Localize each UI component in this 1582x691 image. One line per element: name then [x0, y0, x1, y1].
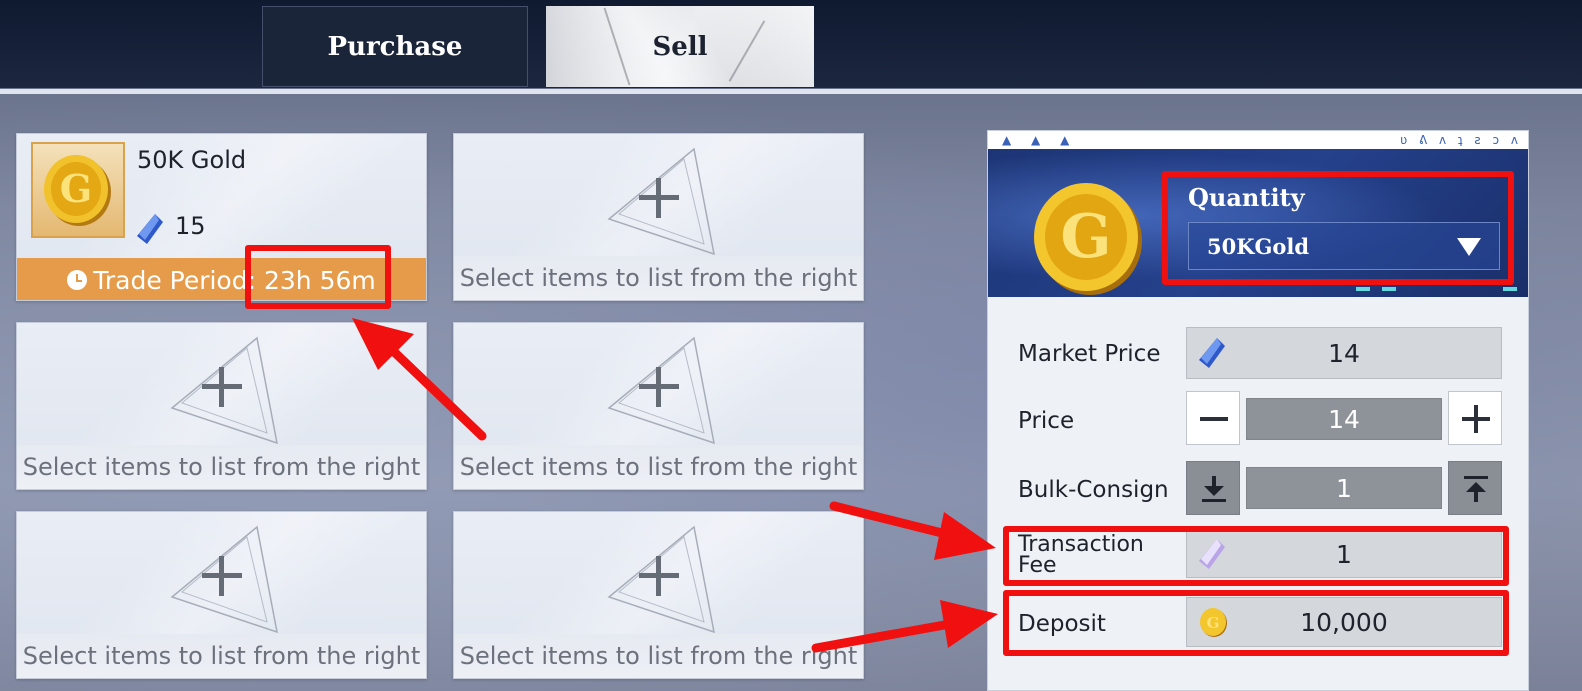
arrow-to-fee: [829, 501, 996, 560]
arrow-to-trade-period: [352, 318, 487, 441]
arrow-to-deposit: [811, 600, 998, 653]
annotation-arrows: [352, 318, 998, 653]
